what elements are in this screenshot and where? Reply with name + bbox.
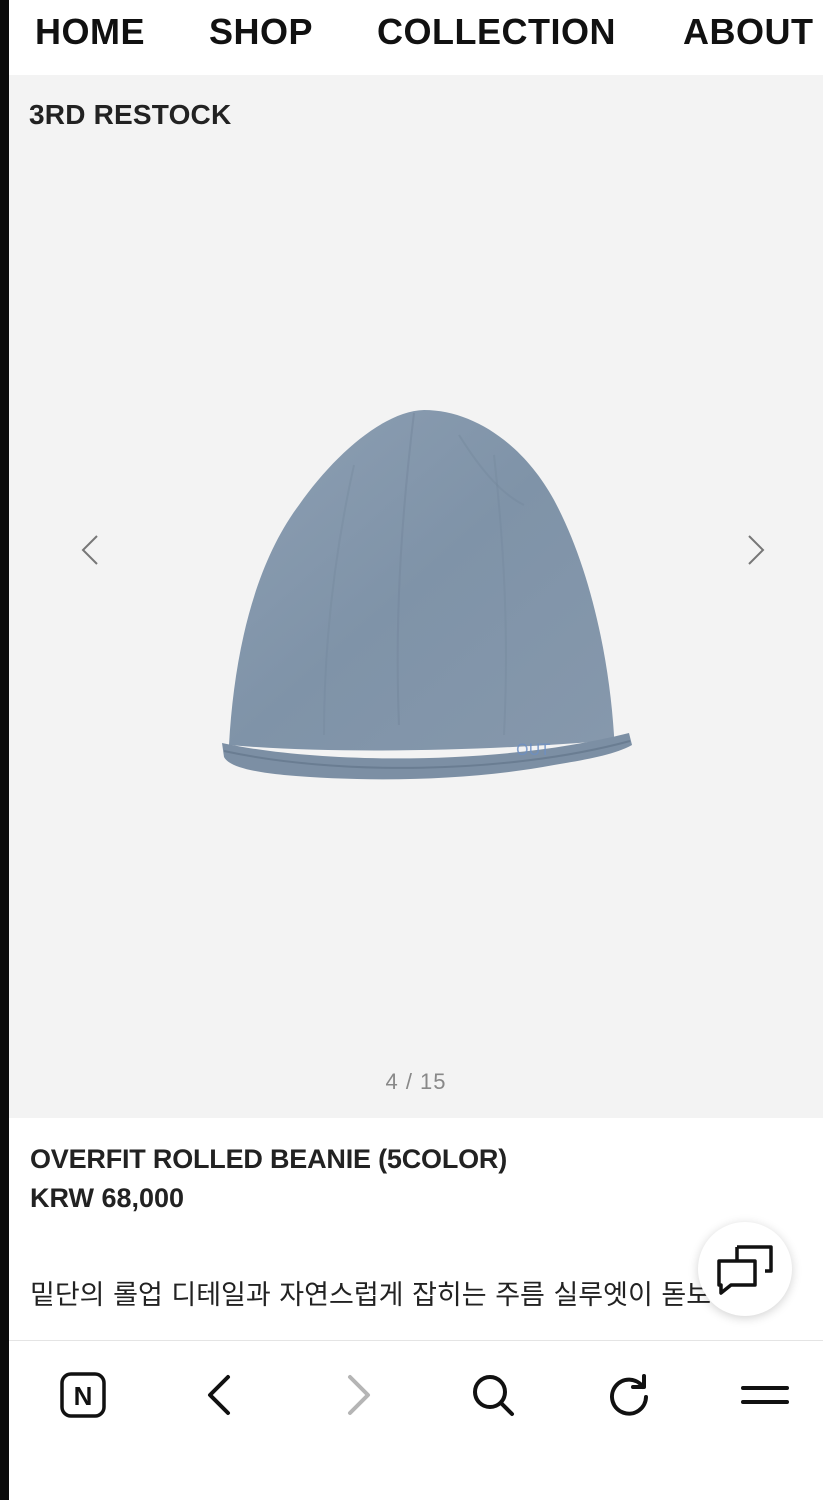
naver-home-button[interactable]: N [55, 1367, 111, 1423]
nav-shop-link[interactable]: SHOP [209, 8, 313, 56]
beanie-image: OUT [222, 410, 632, 780]
chevron-right-icon [748, 535, 765, 565]
back-arrow-icon [208, 1375, 230, 1415]
svg-text:OUT: OUT [516, 740, 550, 759]
browser-toolbar: N [9, 1340, 823, 1500]
chat-button[interactable] [698, 1222, 792, 1316]
naver-n-icon: N [60, 1372, 106, 1418]
forward-arrow-icon [348, 1375, 370, 1415]
image-counter: 4 / 15 [385, 1069, 447, 1094]
nav-home-link[interactable]: HOME [35, 8, 145, 56]
nav-collection-link[interactable]: COLLECTION [377, 8, 616, 56]
reload-button[interactable] [601, 1367, 657, 1423]
gallery-prev-button[interactable] [71, 530, 111, 570]
naver-n-label: N [74, 1381, 93, 1411]
menu-icon [741, 1386, 789, 1404]
product-price: KRW 68,000 [30, 1183, 185, 1213]
chevron-left-icon [81, 535, 98, 565]
left-edge-strip [0, 0, 9, 1500]
forward-button[interactable] [329, 1367, 385, 1423]
product-image: OUT [204, 405, 644, 815]
gallery-title: 3RD RESTOCK [29, 99, 232, 130]
top-navigation: HOME SHOP COLLECTION ABOUT [9, 0, 823, 70]
gallery-next-button[interactable] [735, 530, 775, 570]
product-name: OVERFIT ROLLED BEANIE (5COLOR) [30, 1144, 508, 1174]
menu-button[interactable] [737, 1367, 793, 1423]
search-icon [473, 1375, 514, 1416]
back-button[interactable] [193, 1367, 249, 1423]
nav-about-link[interactable]: ABOUT [683, 8, 814, 56]
chat-bubbles-icon [717, 1245, 773, 1295]
product-image-gallery[interactable]: 3RD RESTOCK OUT 4 / 15 [9, 75, 823, 1118]
search-button[interactable] [465, 1367, 521, 1423]
product-description: 밑단의 롤업 디테일과 자연스럽게 잡히는 주름 실루엣이 돋보이는 비니입니다 [30, 1280, 720, 1311]
reload-icon [610, 1374, 648, 1416]
mobile-page: HOME SHOP COLLECTION ABOUT 3RD RESTOCK O… [0, 0, 823, 1500]
